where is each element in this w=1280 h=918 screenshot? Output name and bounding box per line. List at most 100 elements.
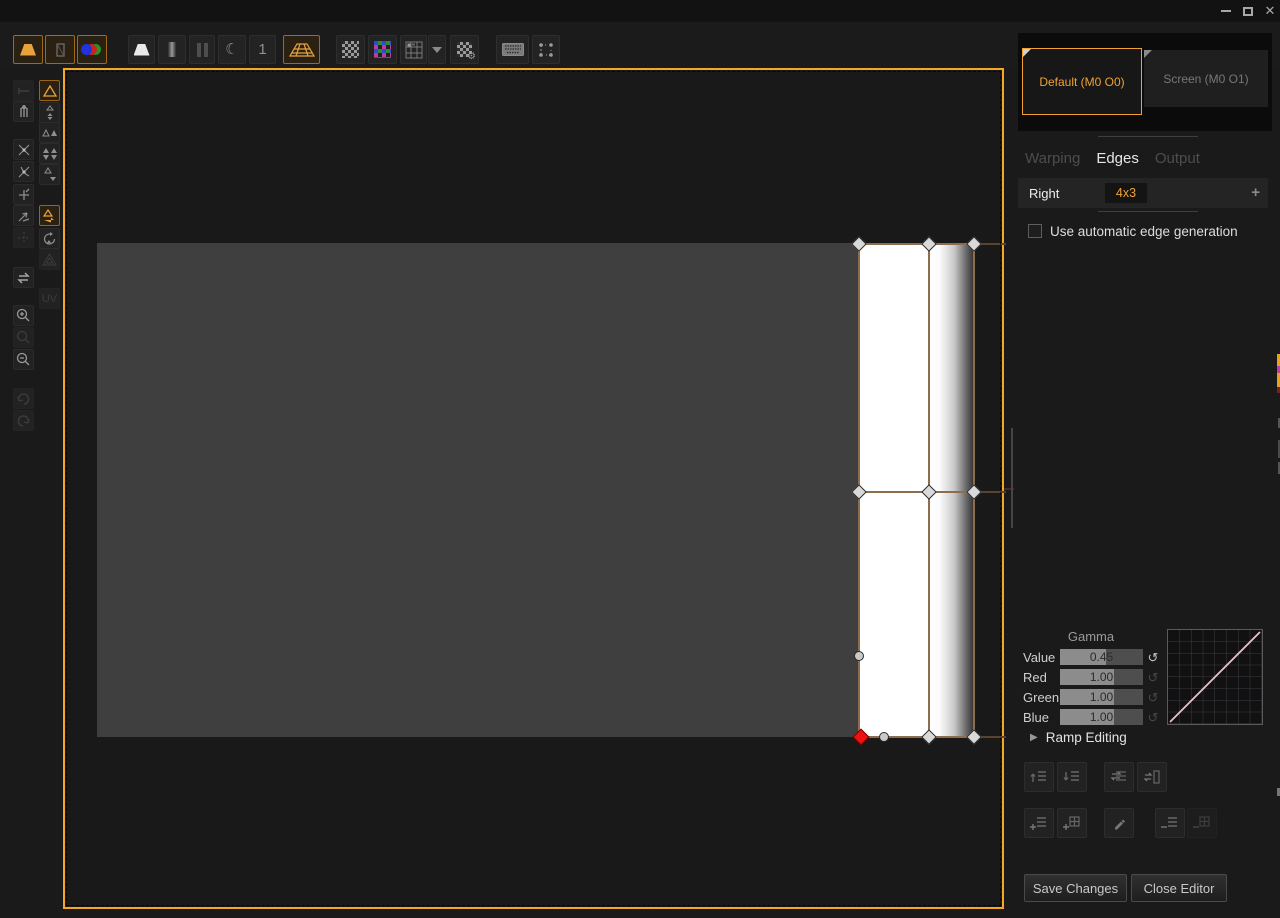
triangle-move-tool[interactable]	[39, 205, 60, 226]
color-checkerboard-icon	[374, 41, 391, 58]
zoom-fit-icon	[16, 330, 31, 345]
rgb-channels-icon	[81, 44, 103, 56]
panel-scrollbar[interactable]	[1011, 428, 1013, 528]
swap-edge-button[interactable]	[1137, 762, 1167, 792]
move-up-icon	[1030, 769, 1048, 785]
redo-button[interactable]	[13, 410, 34, 431]
triangle-quad-icon	[42, 147, 58, 161]
gamma-red-input[interactable]: 1.00	[1060, 669, 1143, 685]
blend-strip-button[interactable]	[158, 35, 186, 64]
tab-label: Screen (M0 O1)	[1163, 72, 1248, 86]
test-grid-dropdown[interactable]	[428, 35, 446, 64]
warp-grid-icon	[289, 42, 315, 58]
chevron-down-icon	[432, 47, 442, 53]
transform-points-button[interactable]	[532, 35, 560, 64]
remove-row-button[interactable]	[1155, 808, 1185, 838]
edge-preset-dropdown[interactable]: 4x3	[1105, 183, 1147, 203]
test-grid-icon	[405, 41, 423, 59]
move-point-up-button[interactable]	[1024, 762, 1054, 792]
pattern-settings-button[interactable]: ⚙	[450, 35, 479, 64]
spacing-tool[interactable]	[13, 101, 34, 122]
triangle-vspace-tool[interactable]	[39, 102, 60, 123]
tab-output[interactable]: Output	[1155, 150, 1200, 167]
gamma-blue-input[interactable]: 1.00	[1060, 709, 1143, 725]
bezier-tool[interactable]	[13, 161, 34, 182]
close-icon: ✕	[1265, 3, 1276, 19]
triangle-tool[interactable]	[39, 80, 60, 101]
zoom-fit-button[interactable]	[13, 327, 34, 348]
identify-display-button[interactable]: 1	[249, 35, 276, 64]
minimize-button[interactable]	[1216, 0, 1236, 22]
close-button[interactable]: ✕	[1260, 0, 1280, 22]
expand-arrow-icon[interactable]: ▶	[1030, 732, 1038, 743]
checkerboard-icon	[342, 41, 359, 58]
triangle-quad-tool[interactable]	[39, 143, 60, 164]
bezier-handle[interactable]	[854, 651, 864, 661]
triangle-nested-tool[interactable]	[39, 249, 60, 270]
ramp-editing-section[interactable]: ▶ Ramp Editing	[1030, 730, 1127, 745]
node-arrow-tool[interactable]	[13, 205, 34, 226]
tab-edges[interactable]: Edges	[1096, 150, 1139, 167]
separator	[1098, 211, 1198, 212]
gamma-blue-reset-icon[interactable]: ↺	[1146, 710, 1160, 726]
bezier-handle[interactable]	[879, 732, 889, 742]
gamma-green-input[interactable]: 1.00	[1060, 689, 1143, 705]
edge-blend-button[interactable]	[45, 35, 75, 64]
keyboard-icon	[502, 43, 524, 56]
guides-tool[interactable]	[13, 227, 34, 248]
add-edge-button[interactable]: +	[1251, 184, 1260, 201]
title-bar: ✕	[0, 0, 1280, 22]
swap-tool[interactable]	[13, 267, 34, 288]
triangle-pair-tool[interactable]	[39, 122, 60, 143]
gamma-green-reset-icon[interactable]: ↺	[1146, 690, 1160, 706]
gamma-red-reset-icon[interactable]: ↺	[1146, 670, 1160, 686]
undo-button[interactable]	[13, 388, 34, 409]
bezier-icon	[17, 165, 31, 179]
double-strip-button[interactable]	[189, 35, 215, 64]
test-grid-button[interactable]	[400, 35, 427, 64]
gamma-title: Gamma	[1055, 629, 1127, 644]
auto-edge-checkbox[interactable]	[1028, 224, 1042, 238]
gamma-value-input[interactable]: 0.45	[1060, 649, 1143, 665]
zoom-in-button[interactable]	[13, 305, 34, 326]
gamma-value-reset-icon[interactable]: ↺	[1146, 650, 1160, 666]
bezier-cut-tool[interactable]	[13, 139, 34, 160]
uv-mode-button[interactable]: UV	[39, 288, 60, 309]
tab-screen-output[interactable]: Screen (M0 O1)	[1144, 50, 1268, 107]
triangle-rotate-tool[interactable]	[39, 228, 60, 249]
solid-display-button[interactable]	[128, 35, 155, 64]
keyboard-button[interactable]	[496, 35, 529, 64]
maximize-button[interactable]	[1238, 0, 1258, 22]
remove-grid-button[interactable]	[1187, 808, 1217, 838]
add-point-tool[interactable]	[13, 184, 34, 205]
guides-icon	[17, 231, 31, 245]
projector-shape-button[interactable]	[13, 35, 43, 64]
warp-grid-button[interactable]	[283, 35, 320, 64]
tab-label: Default (M0 O0)	[1039, 75, 1124, 89]
tab-default-output[interactable]: Default (M0 O0)	[1022, 48, 1142, 115]
gamma-curve-graph[interactable]	[1167, 629, 1263, 725]
swap-rows-button[interactable]	[1104, 762, 1134, 792]
warp-canvas[interactable]	[63, 68, 1004, 909]
color-checkerboard-button[interactable]	[368, 35, 397, 64]
pencil-icon	[1111, 815, 1127, 831]
output-tab-container: Default (M0 O0) Screen (M0 O1)	[1018, 33, 1272, 131]
redo-icon	[16, 414, 31, 428]
tab-warping[interactable]: Warping	[1025, 150, 1080, 167]
remove-row-icon	[1161, 815, 1179, 831]
checkerboard-button[interactable]	[336, 35, 365, 64]
triangle-vspace-icon	[43, 105, 57, 121]
edit-ramp-button[interactable]	[1104, 808, 1134, 838]
segment-tool[interactable]	[13, 80, 34, 101]
night-mode-button[interactable]: ☾	[218, 35, 246, 64]
triangle-down-tool[interactable]	[39, 164, 60, 185]
save-changes-button[interactable]: Save Changes	[1024, 874, 1127, 902]
add-row-button[interactable]	[1024, 808, 1054, 838]
rgb-channels-button[interactable]	[77, 35, 107, 64]
gamma-value: 0.45	[1060, 649, 1143, 665]
add-grid-button[interactable]	[1057, 808, 1087, 838]
close-editor-button[interactable]: Close Editor	[1131, 874, 1227, 902]
zoom-out-button[interactable]	[13, 349, 34, 370]
move-point-down-button[interactable]	[1057, 762, 1087, 792]
add-grid-icon	[1063, 815, 1081, 831]
